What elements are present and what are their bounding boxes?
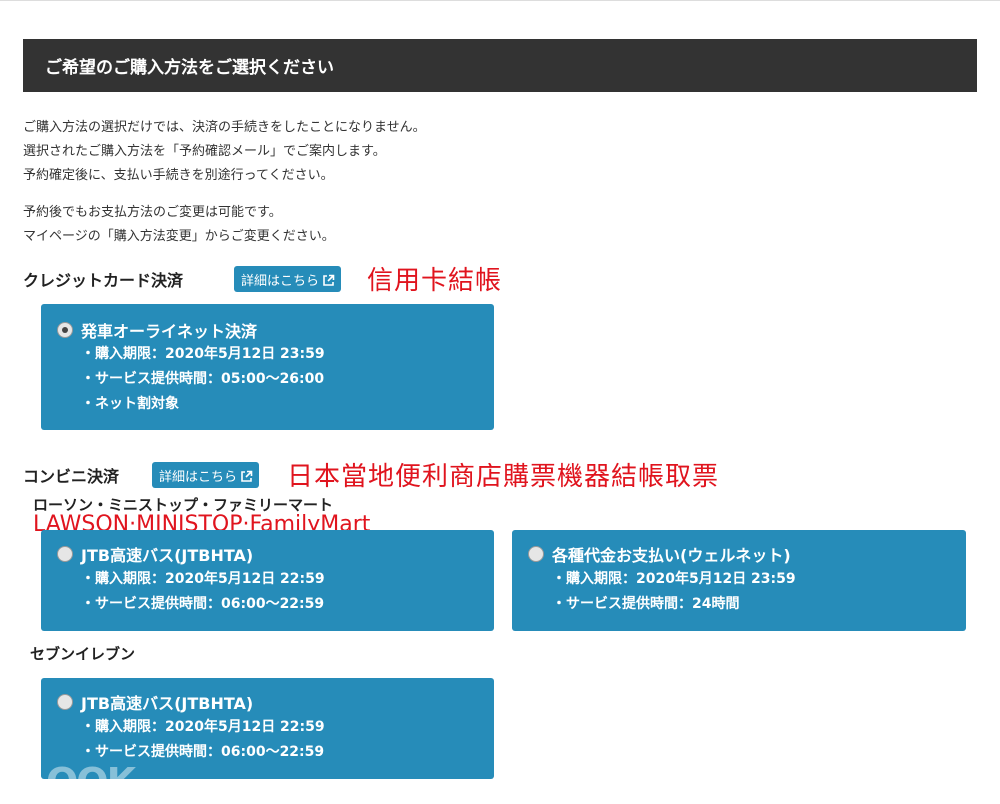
payment-option-title: 各種代金お支払い(ウェルネット)	[552, 546, 791, 565]
payment-option-details: 購入期限：2020年5月12日 23:59 サービス提供時間：24時間	[552, 567, 796, 617]
payment-option-title: JTB高速バス(JTBHTA)	[81, 546, 254, 565]
intro-line: マイページの「購入方法変更」からご変更ください。	[23, 229, 335, 244]
credit-details-link[interactable]: 詳細はこちら	[234, 266, 342, 292]
top-divider	[0, 0, 1000, 1]
purchase-deadline: 購入期限：2020年5月12日 22:59	[81, 715, 325, 740]
radio-button[interactable]	[57, 694, 73, 710]
net-discount-note: ネット割対象	[81, 392, 325, 417]
intro-line: 選択されたご購入方法を「予約確認メール」でご案内します。	[23, 144, 386, 159]
payment-option-card[interactable]: JTB高速バス(JTBHTA) 購入期限：2020年5月12日 22:59 サー…	[41, 530, 494, 631]
intro-line: ご購入方法の選択だけでは、決済の手続きをしたことになりません。	[23, 120, 426, 135]
intro-line: 予約確定後に、支払い手続きを別途行ってください。	[23, 168, 334, 183]
payment-option-card[interactable]: 各種代金お支払い(ウェルネット) 購入期限：2020年5月12日 23:59 サ…	[512, 530, 966, 631]
service-hours: サービス提供時間：06:00〜22:59	[81, 592, 325, 617]
intro-notice: ご購入方法の選択だけでは、決済の手続きをしたことになりません。 選択されたご購入…	[23, 116, 426, 188]
purchase-deadline: 購入期限：2020年5月12日 22:59	[81, 567, 325, 592]
watermark-logo: OOK	[46, 760, 136, 804]
payment-option-card[interactable]: 発車オーライネット決済 購入期限：2020年5月12日 23:59 サービス提供…	[41, 304, 494, 430]
service-hours: サービス提供時間：05:00〜26:00	[81, 367, 325, 392]
payment-option-title: 発車オーライネット決済	[81, 322, 258, 341]
credit-annotation: 信用卡結帳	[367, 266, 503, 296]
intro-change-notice: 予約後でもお支払方法のご変更は可能です。 マイページの「購入方法変更」からご変更…	[23, 201, 335, 249]
radio-button[interactable]	[57, 546, 73, 562]
convenience-details-link[interactable]: 詳細はこちら	[152, 462, 260, 488]
purchase-deadline: 購入期限：2020年5月12日 23:59	[552, 567, 796, 592]
details-link-label: 詳細はこちら	[241, 274, 320, 289]
radio-button[interactable]	[528, 546, 544, 562]
details-link-label: 詳細はこちら	[159, 470, 238, 485]
convenience-annotation: 日本當地便利商店購票機器結帳取票	[287, 462, 720, 492]
external-link-icon	[241, 470, 253, 482]
section-title: ご希望のご購入方法をご選択ください	[45, 58, 334, 78]
convenience-store-heading: コンビニ決済	[23, 467, 120, 486]
store-group-label: セブンイレブン	[30, 645, 136, 663]
payment-option-details: 購入期限：2020年5月12日 23:59 サービス提供時間：05:00〜26:…	[81, 342, 325, 417]
payment-option-details: 購入期限：2020年5月12日 22:59 サービス提供時間：06:00〜22:…	[81, 567, 325, 617]
section-header: ご希望のご購入方法をご選択ください	[23, 39, 977, 92]
payment-option-title: JTB高速バス(JTBHTA)	[81, 694, 254, 713]
purchase-deadline: 購入期限：2020年5月12日 23:59	[81, 342, 325, 367]
intro-line: 予約後でもお支払方法のご変更は可能です。	[23, 205, 282, 220]
credit-card-heading: クレジットカード決済	[23, 271, 184, 290]
external-link-icon	[323, 274, 335, 286]
service-hours: サービス提供時間：24時間	[552, 592, 796, 617]
radio-button-selected[interactable]	[57, 322, 73, 338]
payment-option-details: 購入期限：2020年5月12日 22:59 サービス提供時間：06:00〜22:…	[81, 715, 325, 765]
